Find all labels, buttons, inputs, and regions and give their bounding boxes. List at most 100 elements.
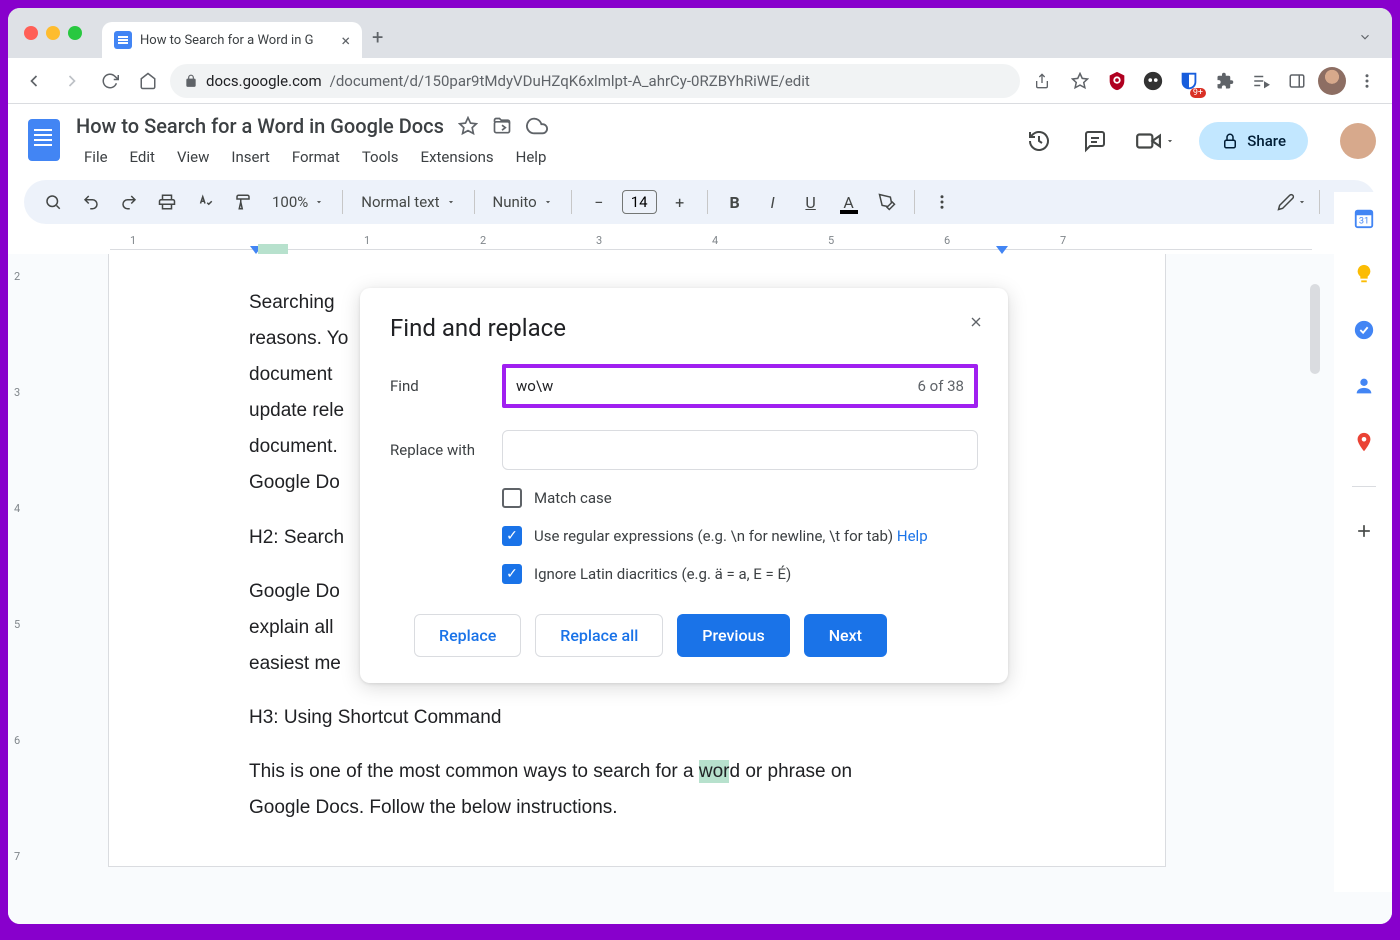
- home-button[interactable]: [132, 65, 164, 97]
- chevron-down-icon: [543, 197, 553, 207]
- decrease-font-button[interactable]: −: [584, 187, 614, 217]
- maximize-window-button[interactable]: [68, 26, 82, 40]
- editing-mode-button[interactable]: [1277, 187, 1307, 217]
- increase-font-button[interactable]: +: [665, 187, 695, 217]
- url-path: /document/d/150par9tMdyVDuHZqK6xlmlpt-A_…: [330, 72, 810, 90]
- side-panel: 31: [1334, 192, 1392, 892]
- url-host: docs.google.com: [206, 72, 322, 90]
- menu-view[interactable]: View: [169, 144, 217, 170]
- menubar: File Edit View Insert Format Tools Exten…: [76, 144, 1011, 170]
- chrome-profile-avatar[interactable]: [1318, 67, 1346, 95]
- search-menus-button[interactable]: [38, 187, 68, 217]
- formatting-toolbar: 100% Normal text Nunito − 14 + B I U A: [24, 180, 1376, 224]
- menu-file[interactable]: File: [76, 144, 116, 170]
- minimize-window-button[interactable]: [46, 26, 60, 40]
- menu-tools[interactable]: Tools: [354, 144, 407, 170]
- close-window-button[interactable]: [24, 26, 38, 40]
- tab-title: How to Search for a Word in G: [140, 33, 333, 48]
- sidepanel-toggle-button[interactable]: [1282, 66, 1312, 96]
- font-select[interactable]: Nunito: [487, 193, 559, 211]
- calendar-addon-button[interactable]: 31: [1352, 206, 1376, 230]
- meet-button[interactable]: [1135, 128, 1175, 154]
- maps-addon-button[interactable]: [1352, 430, 1376, 454]
- share-label: Share: [1247, 132, 1286, 150]
- extension-ublock-icon[interactable]: [1102, 66, 1132, 96]
- address-bar[interactable]: docs.google.com/document/d/150par9tMdyVD…: [170, 64, 1020, 98]
- paint-format-button[interactable]: [228, 187, 258, 217]
- get-addons-button[interactable]: [1352, 519, 1376, 543]
- document-title[interactable]: How to Search for a Word in Google Docs: [76, 114, 444, 138]
- menu-format[interactable]: Format: [284, 144, 348, 170]
- font-size-input[interactable]: 14: [622, 190, 657, 214]
- account-avatar[interactable]: [1340, 123, 1376, 159]
- replace-all-button[interactable]: Replace all: [535, 614, 663, 657]
- spellcheck-button[interactable]: [190, 187, 220, 217]
- version-history-button[interactable]: [1023, 125, 1055, 157]
- menu-extensions[interactable]: Extensions: [413, 144, 502, 170]
- horizontal-ruler[interactable]: 1 1 2 3 4 5 6 7: [8, 232, 1392, 254]
- media-control-button[interactable]: [1246, 66, 1276, 96]
- regex-checkbox[interactable]: ✓: [502, 526, 522, 546]
- diacritics-label: Ignore Latin diacritics (e.g. ä = a, E =…: [534, 565, 791, 583]
- back-button[interactable]: [18, 65, 50, 97]
- diacritics-checkbox[interactable]: ✓: [502, 564, 522, 584]
- doc-paragraph: Google Docs. Follow the below instructio…: [249, 790, 1085, 826]
- dialog-close-button[interactable]: [968, 314, 984, 330]
- match-case-checkbox[interactable]: [502, 488, 522, 508]
- undo-button[interactable]: [76, 187, 106, 217]
- share-url-button[interactable]: [1026, 65, 1058, 97]
- extensions-menu-button[interactable]: [1210, 66, 1240, 96]
- cloud-status-icon[interactable]: [526, 115, 548, 137]
- menu-edit[interactable]: Edit: [122, 144, 163, 170]
- redo-button[interactable]: [114, 187, 144, 217]
- docs-header: How to Search for a Word in Google Docs …: [8, 104, 1392, 170]
- bookmark-button[interactable]: [1064, 65, 1096, 97]
- comments-button[interactable]: [1079, 125, 1111, 157]
- move-button[interactable]: [492, 116, 512, 136]
- forward-button[interactable]: [56, 65, 88, 97]
- svg-text:31: 31: [1358, 217, 1368, 227]
- menu-help[interactable]: Help: [508, 144, 555, 170]
- more-format-button[interactable]: [927, 187, 957, 217]
- dialog-title: Find and replace: [390, 314, 978, 342]
- italic-button[interactable]: I: [758, 187, 788, 217]
- lock-icon: [184, 74, 198, 88]
- bold-button[interactable]: B: [720, 187, 750, 217]
- right-indent-marker-icon[interactable]: [996, 246, 1008, 254]
- chrome-menu-button[interactable]: [1352, 66, 1382, 96]
- underline-button[interactable]: U: [796, 187, 826, 217]
- share-button[interactable]: Share: [1199, 122, 1308, 160]
- search-highlight: wor: [699, 760, 730, 783]
- new-tab-button[interactable]: +: [372, 25, 383, 49]
- replace-button[interactable]: Replace: [414, 614, 521, 657]
- doc-heading: H3: Using Shortcut Command: [249, 700, 1085, 736]
- text-color-button[interactable]: A: [834, 187, 864, 217]
- find-input[interactable]: [516, 377, 917, 395]
- find-replace-dialog: Find and replace Find 6 of 38 Replace wi…: [360, 288, 1008, 683]
- scrollbar-thumb[interactable]: [1310, 284, 1320, 374]
- tabs-dropdown-button[interactable]: [1358, 30, 1372, 44]
- browser-tab[interactable]: How to Search for a Word in G ×: [102, 22, 362, 58]
- print-button[interactable]: [152, 187, 182, 217]
- vertical-ruler[interactable]: 2 3 4 5 6 7: [8, 254, 34, 924]
- extension-privacy-icon[interactable]: [1138, 66, 1168, 96]
- previous-button[interactable]: Previous: [677, 614, 789, 657]
- regex-label: Use regular expressions (e.g. \n for new…: [534, 527, 897, 545]
- reload-button[interactable]: [94, 65, 126, 97]
- contacts-addon-button[interactable]: [1352, 374, 1376, 398]
- replace-input[interactable]: [502, 430, 978, 470]
- docs-logo-icon[interactable]: [24, 114, 64, 166]
- highlight-color-button[interactable]: [872, 187, 902, 217]
- star-button[interactable]: [458, 116, 478, 136]
- regex-help-link[interactable]: Help: [897, 527, 928, 545]
- zoom-select[interactable]: 100%: [266, 193, 330, 211]
- next-button[interactable]: Next: [804, 614, 887, 657]
- tasks-addon-button[interactable]: [1352, 318, 1376, 342]
- tab-close-button[interactable]: ×: [341, 31, 350, 50]
- extension-bitwarden-icon[interactable]: 9+: [1174, 66, 1204, 96]
- menu-insert[interactable]: Insert: [223, 144, 277, 170]
- styles-select[interactable]: Normal text: [355, 193, 461, 211]
- keep-addon-button[interactable]: [1352, 262, 1376, 286]
- match-case-label: Match case: [534, 489, 612, 507]
- browser-toolbar: docs.google.com/document/d/150par9tMdyVD…: [8, 58, 1392, 104]
